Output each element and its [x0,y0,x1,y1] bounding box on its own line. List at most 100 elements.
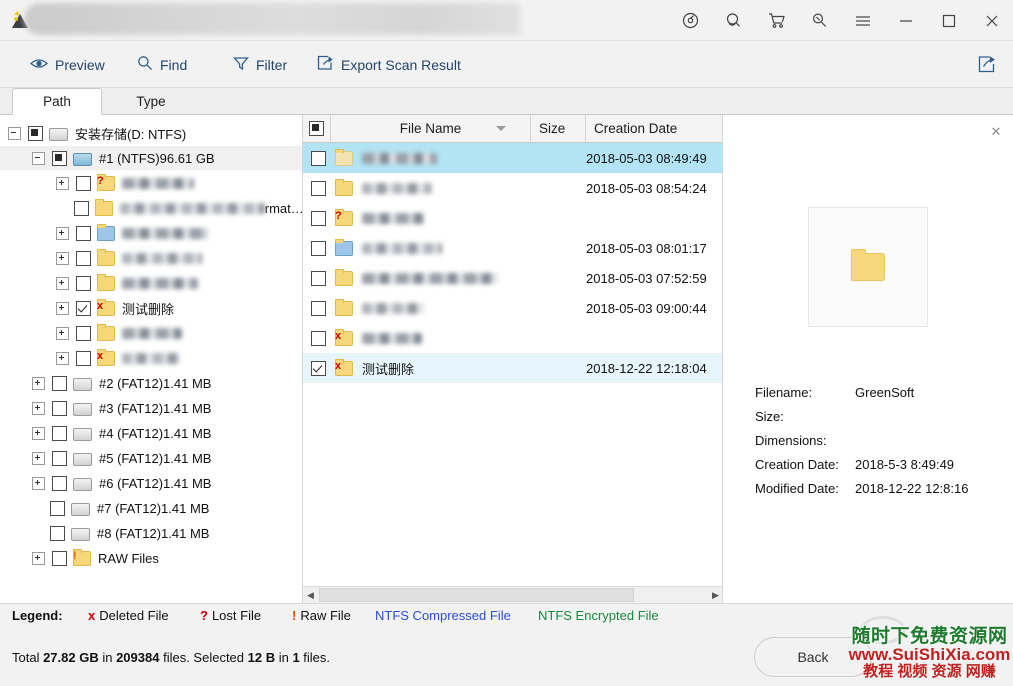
tree-node[interactable]: #8 (FAT12)1.41 MB [0,521,303,545]
scroll-left-arrow-icon[interactable]: ◀ [303,587,318,603]
export-scan-result-button[interactable]: Export Scan Result [307,41,471,88]
close-button[interactable] [970,0,1013,41]
tree-node-checkbox[interactable] [76,276,91,291]
column-header-file-name[interactable]: File Name [331,115,531,142]
filter-button[interactable]: Filter [223,41,297,88]
tree-node-checkbox[interactable] [74,201,89,216]
table-row[interactable]: 2018-05-03 08:54:24 [303,173,723,203]
tree-expander-toggle[interactable] [56,177,69,190]
preview-field-value: 2018-5-3 8:49:49 [855,457,954,472]
file-list-panel[interactable]: File Name Size Creation Date 2018-05-03 … [303,115,723,603]
tree-node[interactable]: 安装存储(D: NTFS) [0,121,303,145]
table-row[interactable]: 2018-05-03 09:00:44 [303,293,723,323]
find-button[interactable]: Find [127,41,197,88]
cart-icon[interactable] [755,0,798,41]
menu-icon[interactable] [841,0,884,41]
table-row[interactable]: 2018-05-03 08:01:17 [303,233,723,263]
tree-node-checkbox[interactable] [52,451,67,466]
path-tree-panel[interactable]: 安装存储(D: NTFS)#1 (NTFS)96.61 GB?rmat… x测试删… [0,115,303,603]
tree-node[interactable]: !RAW Files [0,546,303,570]
tree-node-checkbox[interactable] [76,351,91,366]
table-row[interactable]: ? [303,203,723,233]
row-checkbox[interactable] [311,181,326,196]
row-checkbox[interactable] [311,361,326,376]
scrollbar-thumb[interactable] [319,588,634,602]
tree-node-checkbox[interactable] [76,251,91,266]
preview-button[interactable]: Preview [20,41,115,88]
tree-node[interactable] [0,221,303,245]
tree-node[interactable]: rmat… [0,196,303,220]
tree-expander-toggle[interactable] [56,252,69,265]
tree-node-checkbox[interactable] [76,176,91,191]
maximize-button[interactable] [927,0,970,41]
tree-node-checkbox[interactable] [52,151,67,166]
tree-node[interactable]: #3 (FAT12)1.41 MB [0,396,303,420]
tree-node[interactable]: ? [0,171,303,195]
row-checkbox[interactable] [311,331,326,346]
share-export-icon-button[interactable] [971,48,1003,80]
tree-node-checkbox[interactable] [76,226,91,241]
tree-expander-toggle[interactable] [56,352,69,365]
tree-node-checkbox[interactable] [52,476,67,491]
column-header-size[interactable]: Size [531,115,586,142]
tree-expander-toggle[interactable] [56,302,69,315]
tree-expander-toggle[interactable] [32,452,45,465]
table-row[interactable]: 2018-05-03 08:49:49 [303,143,723,173]
tab-path[interactable]: Path [12,88,102,115]
tree-node-checkbox[interactable] [52,551,67,566]
tree-node-checkbox[interactable] [52,401,67,416]
tree-node[interactable]: #4 (FAT12)1.41 MB [0,421,303,445]
tree-expander-toggle[interactable] [32,477,45,490]
tree-expander-toggle[interactable] [56,277,69,290]
table-row[interactable]: x [303,323,723,353]
file-name-redacted [362,183,432,194]
row-checkbox[interactable] [311,211,326,226]
tree-node[interactable] [0,321,303,345]
tree-node[interactable]: #7 (FAT12)1.41 MB [0,496,303,520]
back-button[interactable]: Back [754,637,872,677]
tree-node-checkbox[interactable] [76,326,91,341]
tree-node[interactable]: #6 (FAT12)1.41 MB [0,471,303,495]
tree-node-checkbox[interactable] [50,501,65,516]
scroll-right-arrow-icon[interactable]: ▶ [708,587,723,603]
row-checkbox[interactable] [311,301,326,316]
tree-node-checkbox[interactable] [52,376,67,391]
column-header-creation-date[interactable]: Creation Date [586,115,723,142]
table-row[interactable]: 2018-05-03 07:52:59 [303,263,723,293]
tree-node-checkbox[interactable] [28,126,43,141]
row-checkbox[interactable] [311,241,326,256]
tree-node[interactable] [0,271,303,295]
select-all-checkbox[interactable] [309,121,324,136]
tree-expander-toggle[interactable] [56,327,69,340]
table-row[interactable]: x测试删除2018-12-22 12:18:04 [303,353,723,383]
minimize-button[interactable] [884,0,927,41]
tree-node[interactable]: #1 (NTFS)96.61 GB [0,146,303,170]
status-suffix: files. [300,650,330,665]
tree-node[interactable]: #2 (FAT12)1.41 MB [0,371,303,395]
tree-expander-toggle[interactable] [32,552,45,565]
search-icon[interactable] [798,0,841,41]
tree-node-checkbox[interactable] [52,426,67,441]
file-list-horizontal-scrollbar[interactable]: ◀ ▶ [303,586,723,603]
tree-node-checkbox[interactable] [76,301,91,316]
tree-expander-toggle[interactable] [56,227,69,240]
tree-node[interactable]: x [0,346,303,370]
row-checkbox[interactable] [311,271,326,286]
sort-desc-arrow-icon [496,126,506,131]
select-all-header[interactable] [303,115,331,142]
tree-expander-toggle[interactable] [32,427,45,440]
tree-expander-toggle[interactable] [32,377,45,390]
tree-expander-toggle[interactable] [32,152,45,165]
tree-node[interactable] [0,246,303,270]
creation-date-cell: 2018-05-03 08:01:17 [586,241,707,256]
tree-node[interactable]: x测试删除 [0,296,303,320]
tree-expander-toggle[interactable] [8,127,21,140]
tree-expander-toggle[interactable] [32,402,45,415]
row-checkbox[interactable] [311,151,326,166]
headset-icon[interactable] [712,0,755,41]
tree-node[interactable]: #5 (FAT12)1.41 MB [0,446,303,470]
preview-close-icon[interactable]: ✕ [987,123,1005,141]
tab-type[interactable]: Type [110,88,192,115]
tree-node-checkbox[interactable] [50,526,65,541]
disc-icon[interactable] [669,0,712,41]
